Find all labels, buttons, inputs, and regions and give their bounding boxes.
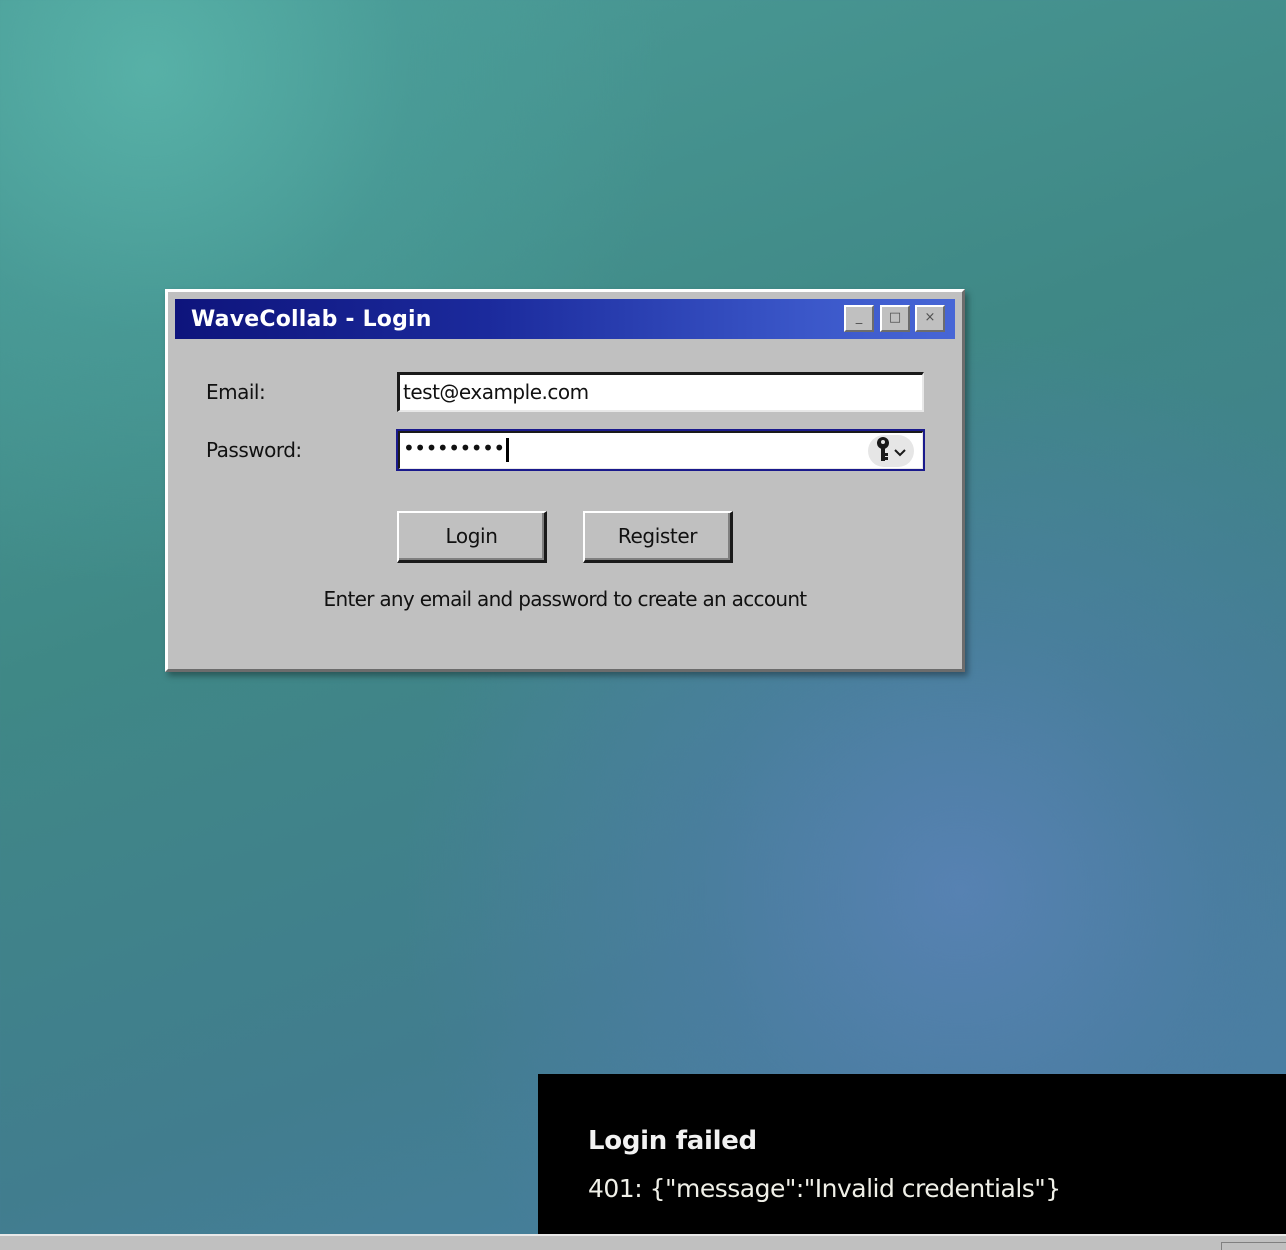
text-caret [505,437,509,462]
title-bar[interactable]: WaveCollab - Login _ □ × [175,299,955,339]
login-window: WaveCollab - Login _ □ × Email: test@exa… [165,289,965,672]
toast-title: Login failed [588,1126,757,1156]
window-title: WaveCollab - Login [191,306,432,332]
taskbar [0,1234,1286,1250]
maximize-button[interactable]: □ [880,305,910,332]
minimize-icon: _ [855,310,863,325]
login-button[interactable]: Login [397,511,547,563]
password-manager-button[interactable] [868,435,914,467]
key-icon [875,436,893,467]
password-value: ••••••••• [403,436,505,460]
error-toast: Login failed 401: {"message":"Invalid cr… [538,1074,1286,1234]
register-button[interactable]: Register [583,511,733,563]
close-icon: × [924,310,936,325]
password-label: Password: [206,438,302,462]
email-value: test@example.com [403,380,589,404]
minimize-button[interactable]: _ [844,305,874,332]
email-label: Email: [206,380,266,404]
system-tray [1221,1242,1286,1250]
chevron-down-icon [893,439,907,463]
hint-text: Enter any email and password to create a… [323,587,808,611]
maximize-icon: □ [888,310,902,325]
toast-message: 401: {"message":"Invalid credentials"} [588,1174,1061,1203]
password-field[interactable]: ••••••••• [396,429,925,471]
email-field[interactable]: test@example.com [397,372,924,412]
close-button[interactable]: × [915,305,945,332]
